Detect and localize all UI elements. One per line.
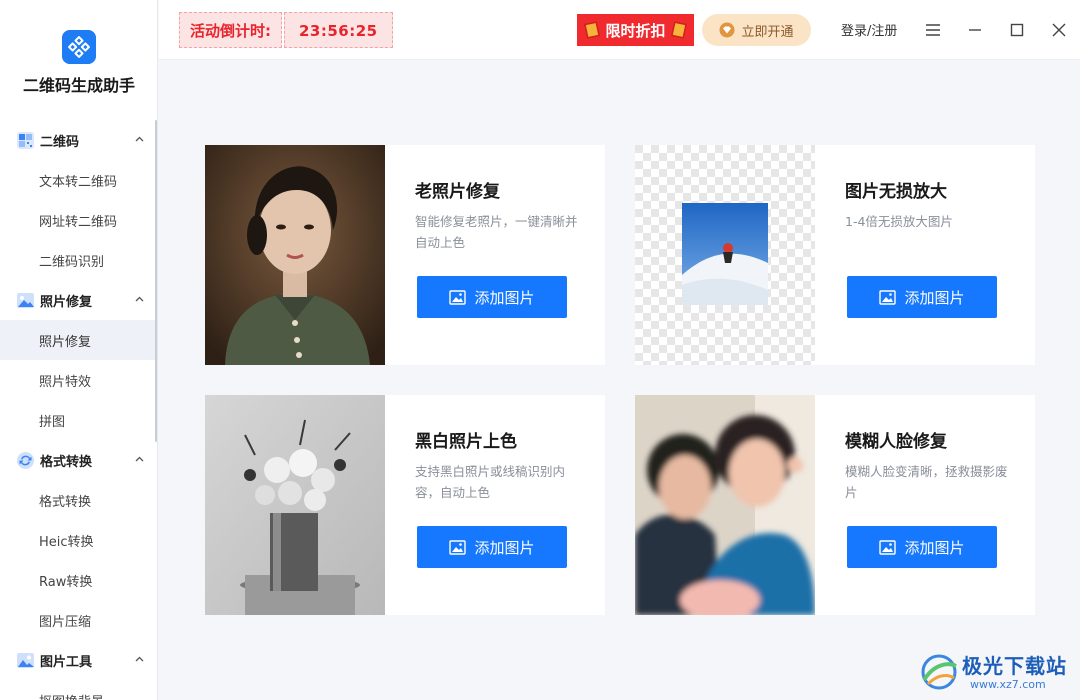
promo-countdown[interactable]: 活动倒计时: 23:56:25 [179,12,393,48]
promo-label: 活动倒计时: [179,12,282,48]
add-image-icon [879,289,897,305]
nav-group-format-convert[interactable]: 格式转换 [0,440,157,480]
nav-group-label: 图片工具 [40,654,93,670]
app-name: 二维码生成助手 [22,76,135,95]
watermark-logo-icon [921,654,957,690]
chevron-up-icon[interactable] [135,455,144,464]
red-envelope-icon [669,20,688,40]
card-old-photo-repair: 老照片修复 智能修复老照片，一键清晰并自动上色 添加图片 [205,145,605,365]
sidebar-item-photo-effects[interactable]: 照片特效 [0,360,157,400]
sidebar-nav: 二维码 文本转二维码 网址转二维码 二维码识别 照片修复 照片修复 照片特效 拼… [0,120,157,700]
chevron-up-icon[interactable] [135,135,144,144]
sidebar: 二维码生成助手 二维码 文本转二维码 网址转二维码 二维码识别 照片修复 照片修… [0,0,158,700]
add-image-icon [449,539,467,555]
convert-icon [17,451,34,469]
nav-group-image-tools[interactable]: 图片工具 [0,640,157,680]
card-bw-colorize: 黑白照片上色 支持黑白照片或线稿识别内容，自动上色 添加图片 [205,395,605,615]
nav-group-qrcode[interactable]: 二维码 [0,120,157,160]
add-image-button[interactable]: 添加图片 [847,276,997,318]
watermark-url: www.xz7.com [970,678,1046,691]
sidebar-item-raw-convert[interactable]: Raw转换 [0,560,157,600]
add-image-label: 添加图片 [904,288,965,307]
nav-group-label: 照片修复 [40,294,93,310]
vip-activate-button[interactable]: 立即开通 [702,14,811,46]
card-title: 老照片修复 [415,182,500,202]
card-blurry-face-repair: 模糊人脸修复 模糊人脸变清晰，拯救摄影废片 添加图片 [635,395,1035,615]
nav-group-label: 格式转换 [40,454,93,470]
app-logo-icon [62,30,96,64]
card-title: 模糊人脸修复 [845,432,947,452]
card-description: 1-4倍无损放大图片 [845,214,953,229]
limited-discount-button[interactable]: 限时折扣 [577,14,694,46]
vip-label: 立即开通 [741,24,794,40]
sidebar-item-qr-recognize[interactable]: 二维码识别 [0,240,157,280]
add-image-button[interactable]: 添加图片 [847,526,997,568]
card-lossless-upscale: 图片无损放大 1-4倍无损放大图片 添加图片 [635,145,1035,365]
chevron-up-icon[interactable] [135,295,144,304]
sidebar-item-url-to-qr[interactable]: 网址转二维码 [0,200,157,240]
sidebar-item-format-convert[interactable]: 格式转换 [0,480,157,520]
sidebar-item-cutout-background[interactable]: 抠图换背景 [0,680,157,700]
sidebar-item-text-to-qr[interactable]: 文本转二维码 [0,160,157,200]
sidebar-item-image-compress[interactable]: 图片压缩 [0,600,157,640]
card-description: 支持黑白照片或线稿识别内容，自动上色 [415,464,566,500]
old-photo-thumbnail [205,145,385,365]
sidebar-item-photo-repair[interactable]: 照片修复 [0,320,157,360]
vip-diamond-icon [719,22,735,38]
add-image-button[interactable]: 添加图片 [417,276,567,318]
sidebar-scrollbar[interactable] [155,120,157,442]
card-description: 模糊人脸变清晰，拯救摄影废片 [845,464,1008,500]
add-image-button[interactable]: 添加图片 [417,526,567,568]
top-bar: 活动倒计时: 23:56:25 限时折扣 立即开通 登录/注册 [159,0,1080,60]
add-image-label: 添加图片 [904,538,965,557]
card-title: 图片无损放大 [845,182,947,202]
nav-group-photo-repair[interactable]: 照片修复 [0,280,157,320]
qrcode-icon [17,131,34,149]
nav-group-label: 二维码 [40,134,80,150]
login-register-link[interactable]: 登录/注册 [841,20,897,39]
card-title: 黑白照片上色 [415,432,517,452]
sidebar-item-heic-convert[interactable]: Heic转换 [0,520,157,560]
discount-label: 限时折扣 [605,21,666,40]
image-tools-icon [17,652,34,668]
close-icon[interactable] [1049,20,1069,40]
sidebar-item-collage[interactable]: 拼图 [0,400,157,440]
chevron-up-icon[interactable] [135,655,144,664]
menu-icon[interactable] [923,20,943,40]
maximize-icon[interactable] [1007,20,1027,40]
add-image-label: 添加图片 [474,538,535,557]
photo-icon [17,292,34,308]
red-envelope-icon [583,20,601,40]
bw-flowers-thumbnail [205,395,385,615]
promo-timer: 23:56:25 [284,12,393,48]
add-image-label: 添加图片 [474,288,535,307]
add-image-icon [879,539,897,555]
upscale-thumbnail [635,145,815,365]
card-description: 智能修复老照片，一键清晰并自动上色 [415,214,578,250]
blurry-faces-thumbnail [635,395,815,615]
minimize-icon[interactable] [965,20,985,40]
add-image-icon [449,289,467,305]
watermark-text: 极光下载站 [962,654,1067,678]
watermark: 极光下载站 www.xz7.com [918,648,1078,698]
